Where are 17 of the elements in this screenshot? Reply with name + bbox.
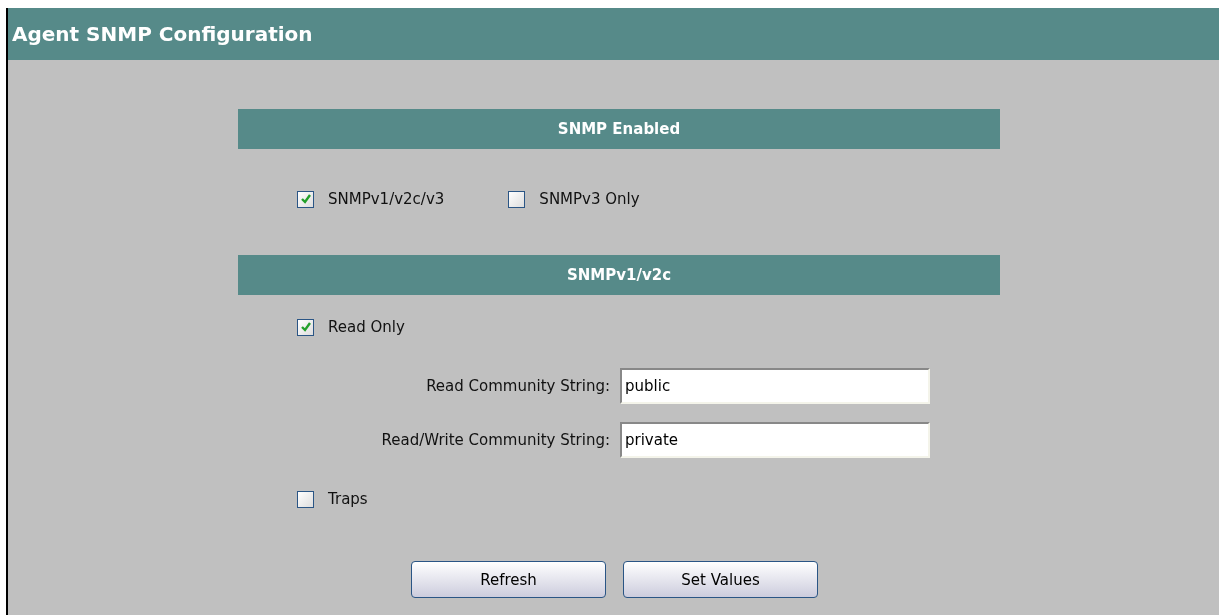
checkbox[interactable]	[297, 490, 314, 508]
section-header: SNMP Enabled	[238, 109, 1000, 149]
text-field[interactable]: private	[620, 422, 930, 458]
section-header: SNMPv1/v2c	[238, 255, 1000, 295]
checkbox-option[interactable]: SNMPv3 Only	[508, 190, 640, 208]
action-button[interactable]: Set Values	[623, 561, 818, 598]
checkbox-option[interactable]: SNMPv1/v2c/v3	[297, 190, 445, 208]
text-field[interactable]: public	[620, 368, 930, 404]
checkbox-option[interactable]: Traps	[297, 490, 368, 508]
page-title: Agent SNMP Configuration	[12, 22, 313, 46]
field-label: Read/Write Community String:	[380, 431, 611, 449]
checkbox-option[interactable]: Read Only	[297, 318, 405, 336]
field-label: Read Community String:	[425, 377, 611, 395]
checkbox[interactable]	[508, 190, 526, 208]
checkbox[interactable]	[297, 190, 314, 208]
checkbox[interactable]	[297, 318, 314, 336]
action-button[interactable]: Refresh	[411, 561, 606, 598]
